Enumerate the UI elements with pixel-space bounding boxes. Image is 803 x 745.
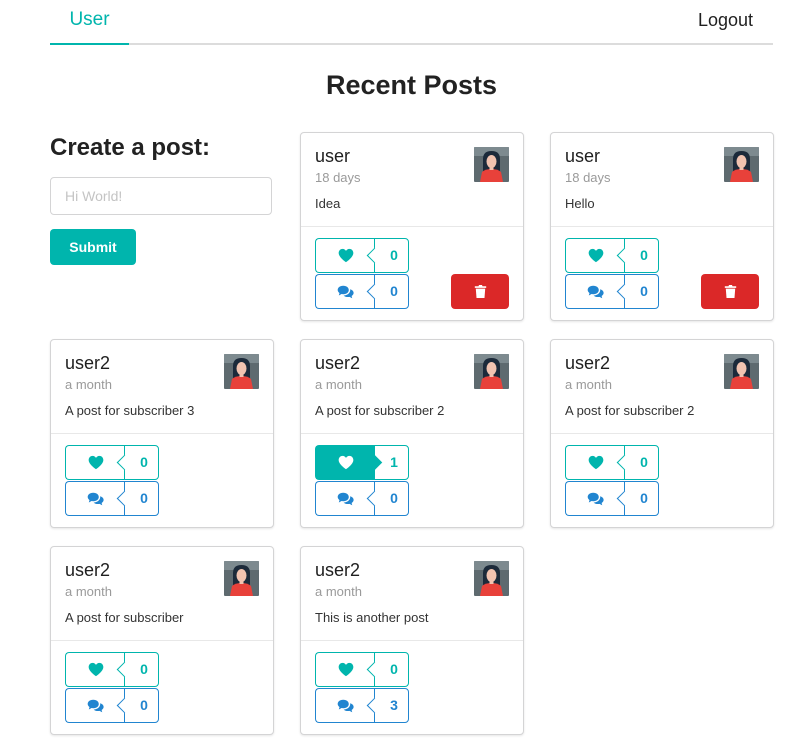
- comments-icon: [337, 492, 355, 506]
- comment-button[interactable]: 0: [315, 481, 409, 516]
- post-text: A post for subscriber 3: [65, 403, 195, 418]
- like-button[interactable]: 0: [565, 445, 659, 480]
- post-content: user2 a month A post for subscriber 2: [551, 340, 773, 434]
- comments-icon: [337, 699, 355, 713]
- like-count: 0: [374, 238, 409, 273]
- like-button[interactable]: 0: [65, 652, 159, 687]
- like-count: 0: [624, 445, 659, 480]
- comments-icon: [587, 492, 605, 506]
- post-author[interactable]: user2: [565, 353, 610, 374]
- submit-button[interactable]: Submit: [50, 229, 136, 265]
- comments-icon: [337, 285, 355, 299]
- post-card: user 18 days Idea 0 0: [300, 132, 524, 321]
- comment-button[interactable]: 0: [565, 481, 659, 516]
- comment-button[interactable]: 0: [65, 481, 159, 516]
- logout-link[interactable]: Logout: [698, 0, 753, 40]
- post-time: a month: [315, 584, 362, 599]
- avatar: [224, 354, 259, 389]
- post-author[interactable]: user: [565, 146, 600, 167]
- comment-count: 0: [624, 481, 659, 516]
- post-author[interactable]: user2: [315, 353, 360, 374]
- like-button[interactable]: 0: [315, 238, 409, 273]
- heart-icon: [338, 455, 354, 470]
- heart-icon: [588, 455, 604, 470]
- top-menu: User Logout: [50, 0, 773, 45]
- post-text: Hello: [565, 196, 595, 211]
- page-title: Recent Posts: [325, 70, 498, 100]
- post-content: user2 a month A post for subscriber 3: [51, 340, 273, 434]
- delete-button[interactable]: [451, 274, 509, 309]
- avatar: [474, 561, 509, 596]
- post-text: This is another post: [315, 610, 429, 625]
- like-count: 0: [124, 652, 159, 687]
- like-button[interactable]: 0: [315, 652, 409, 687]
- comments-icon: [87, 492, 105, 506]
- post-input[interactable]: [50, 177, 272, 215]
- delete-button[interactable]: [701, 274, 759, 309]
- post-text: A post for subscriber: [65, 610, 184, 625]
- like-button[interactable]: 0: [65, 445, 159, 480]
- trash-icon: [724, 284, 737, 299]
- heart-icon: [588, 248, 604, 263]
- post-content: user 18 days Hello: [551, 133, 773, 227]
- post-card: user 18 days Hello 0 0: [550, 132, 774, 321]
- like-count: 0: [624, 238, 659, 273]
- comment-count: 0: [374, 274, 409, 309]
- comment-button[interactable]: 0: [315, 274, 409, 309]
- like-count: 0: [124, 445, 159, 480]
- post-card: user2 a month This is another post 0 3: [300, 546, 524, 735]
- heart-icon: [88, 662, 104, 677]
- like-button[interactable]: 1: [315, 445, 409, 480]
- post-text: A post for subscriber 2: [315, 403, 445, 418]
- like-count: 1: [374, 445, 409, 480]
- comments-icon: [587, 285, 605, 299]
- post-author[interactable]: user: [315, 146, 350, 167]
- like-button[interactable]: 0: [565, 238, 659, 273]
- post-author[interactable]: user2: [65, 353, 110, 374]
- trash-icon: [474, 284, 487, 299]
- avatar: [474, 147, 509, 182]
- comment-count: 3: [374, 688, 409, 723]
- comment-button[interactable]: 0: [565, 274, 659, 309]
- post-card: user2 a month A post for subscriber 2 00: [550, 339, 774, 528]
- post-text: A post for subscriber 2: [565, 403, 695, 418]
- post-time: a month: [565, 377, 612, 392]
- post-time: 18 days: [565, 170, 611, 185]
- post-time: a month: [65, 377, 112, 392]
- avatar: [724, 147, 759, 182]
- post-card: user2 a month A post for subscriber 0 0: [50, 546, 274, 735]
- post-card: user2 a month A post for subscriber 3 00: [50, 339, 274, 528]
- post-time: 18 days: [315, 170, 361, 185]
- avatar: [724, 354, 759, 389]
- post-time: a month: [315, 377, 362, 392]
- post-text: Idea: [315, 196, 341, 211]
- comment-count: 0: [374, 481, 409, 516]
- comment-button[interactable]: 3: [315, 688, 409, 723]
- comments-icon: [87, 699, 105, 713]
- comment-count: 0: [624, 274, 659, 309]
- post-content: user2 a month A post for subscriber 2: [301, 340, 523, 434]
- heart-icon: [88, 455, 104, 470]
- heart-icon: [338, 662, 354, 677]
- like-count: 0: [374, 652, 409, 687]
- heart-icon: [338, 248, 354, 263]
- comment-count: 0: [124, 688, 159, 723]
- avatar: [474, 354, 509, 389]
- comment-button[interactable]: 0: [65, 688, 159, 723]
- post-content: user2 a month A post for subscriber: [51, 547, 273, 641]
- post-author[interactable]: user2: [65, 560, 110, 581]
- comment-count: 0: [124, 481, 159, 516]
- post-content: user2 a month This is another post: [301, 547, 523, 641]
- post-card: user2 a month A post for subscriber 2 10: [300, 339, 524, 528]
- tab-user[interactable]: User: [50, 0, 129, 45]
- post-content: user 18 days Idea: [301, 133, 523, 227]
- post-author[interactable]: user2: [315, 560, 360, 581]
- avatar: [224, 561, 259, 596]
- create-post-title: Create a post:: [50, 134, 211, 161]
- post-time: a month: [65, 584, 112, 599]
